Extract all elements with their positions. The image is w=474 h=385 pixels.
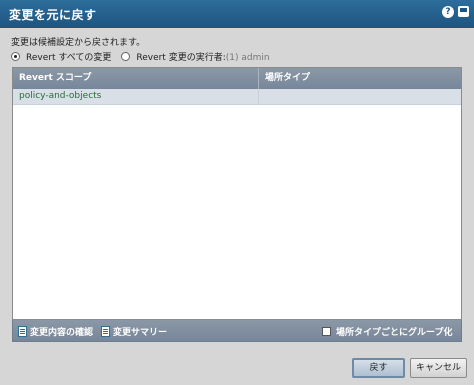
revert-by-radio[interactable] bbox=[121, 52, 131, 61]
window-icon[interactable] bbox=[458, 6, 469, 17]
revert-by-label[interactable]: Revert 変更の実行者:(1) admin bbox=[136, 50, 269, 63]
revert-dialog: 変更を元に戻す ? 変更は候補設定から戻されます。 Revert すべての変更 … bbox=[0, 0, 474, 385]
group-by-location-label: 場所タイプごとにグループ化 bbox=[336, 328, 453, 338]
document-icon bbox=[101, 326, 110, 337]
revert-by-admin: (1) admin bbox=[225, 53, 270, 63]
cancel-button[interactable]: キャンセル bbox=[410, 358, 467, 378]
view-details-link[interactable]: 変更内容の確認 bbox=[18, 325, 93, 338]
help-icon[interactable]: ? bbox=[442, 6, 454, 18]
dialog-title: 変更を元に戻す bbox=[9, 8, 97, 22]
table-header: Revert スコープ 場所タイプ bbox=[13, 68, 461, 89]
revert-all-radio[interactable] bbox=[11, 52, 20, 61]
group-by-location-option[interactable]: 場所タイプごとにグループ化 bbox=[322, 325, 452, 338]
change-summary-label: 変更サマリー bbox=[113, 328, 168, 338]
title-bar: 変更を元に戻す ? bbox=[0, 0, 474, 28]
table-row[interactable]: policy-and-objects bbox=[13, 89, 461, 105]
revert-button[interactable]: 戻す bbox=[352, 358, 405, 378]
column-header-location-type[interactable]: 場所タイプ bbox=[259, 68, 461, 89]
revert-options: Revert すべての変更 Revert 変更の実行者:(1) admin bbox=[11, 50, 280, 63]
column-header-scope[interactable]: Revert スコープ bbox=[13, 68, 259, 89]
row-location-type-cell bbox=[259, 89, 461, 104]
row-scope-cell: policy-and-objects bbox=[13, 89, 259, 104]
revert-by-text: Revert 変更の実行者: bbox=[136, 53, 226, 63]
table-footer: 変更内容の確認 変更サマリー 場所タイプごとにグループ化 bbox=[12, 320, 462, 342]
document-icon bbox=[18, 326, 27, 337]
revert-all-label[interactable]: Revert すべての変更 bbox=[26, 50, 111, 63]
info-text: 変更は候補設定から戻されます。 bbox=[11, 38, 146, 48]
group-by-location-checkbox[interactable] bbox=[322, 327, 331, 336]
revert-scope-table: Revert スコープ 場所タイプ policy-and-objects bbox=[12, 67, 462, 320]
view-details-label: 変更内容の確認 bbox=[30, 328, 94, 338]
change-summary-link[interactable]: 変更サマリー bbox=[101, 325, 167, 338]
